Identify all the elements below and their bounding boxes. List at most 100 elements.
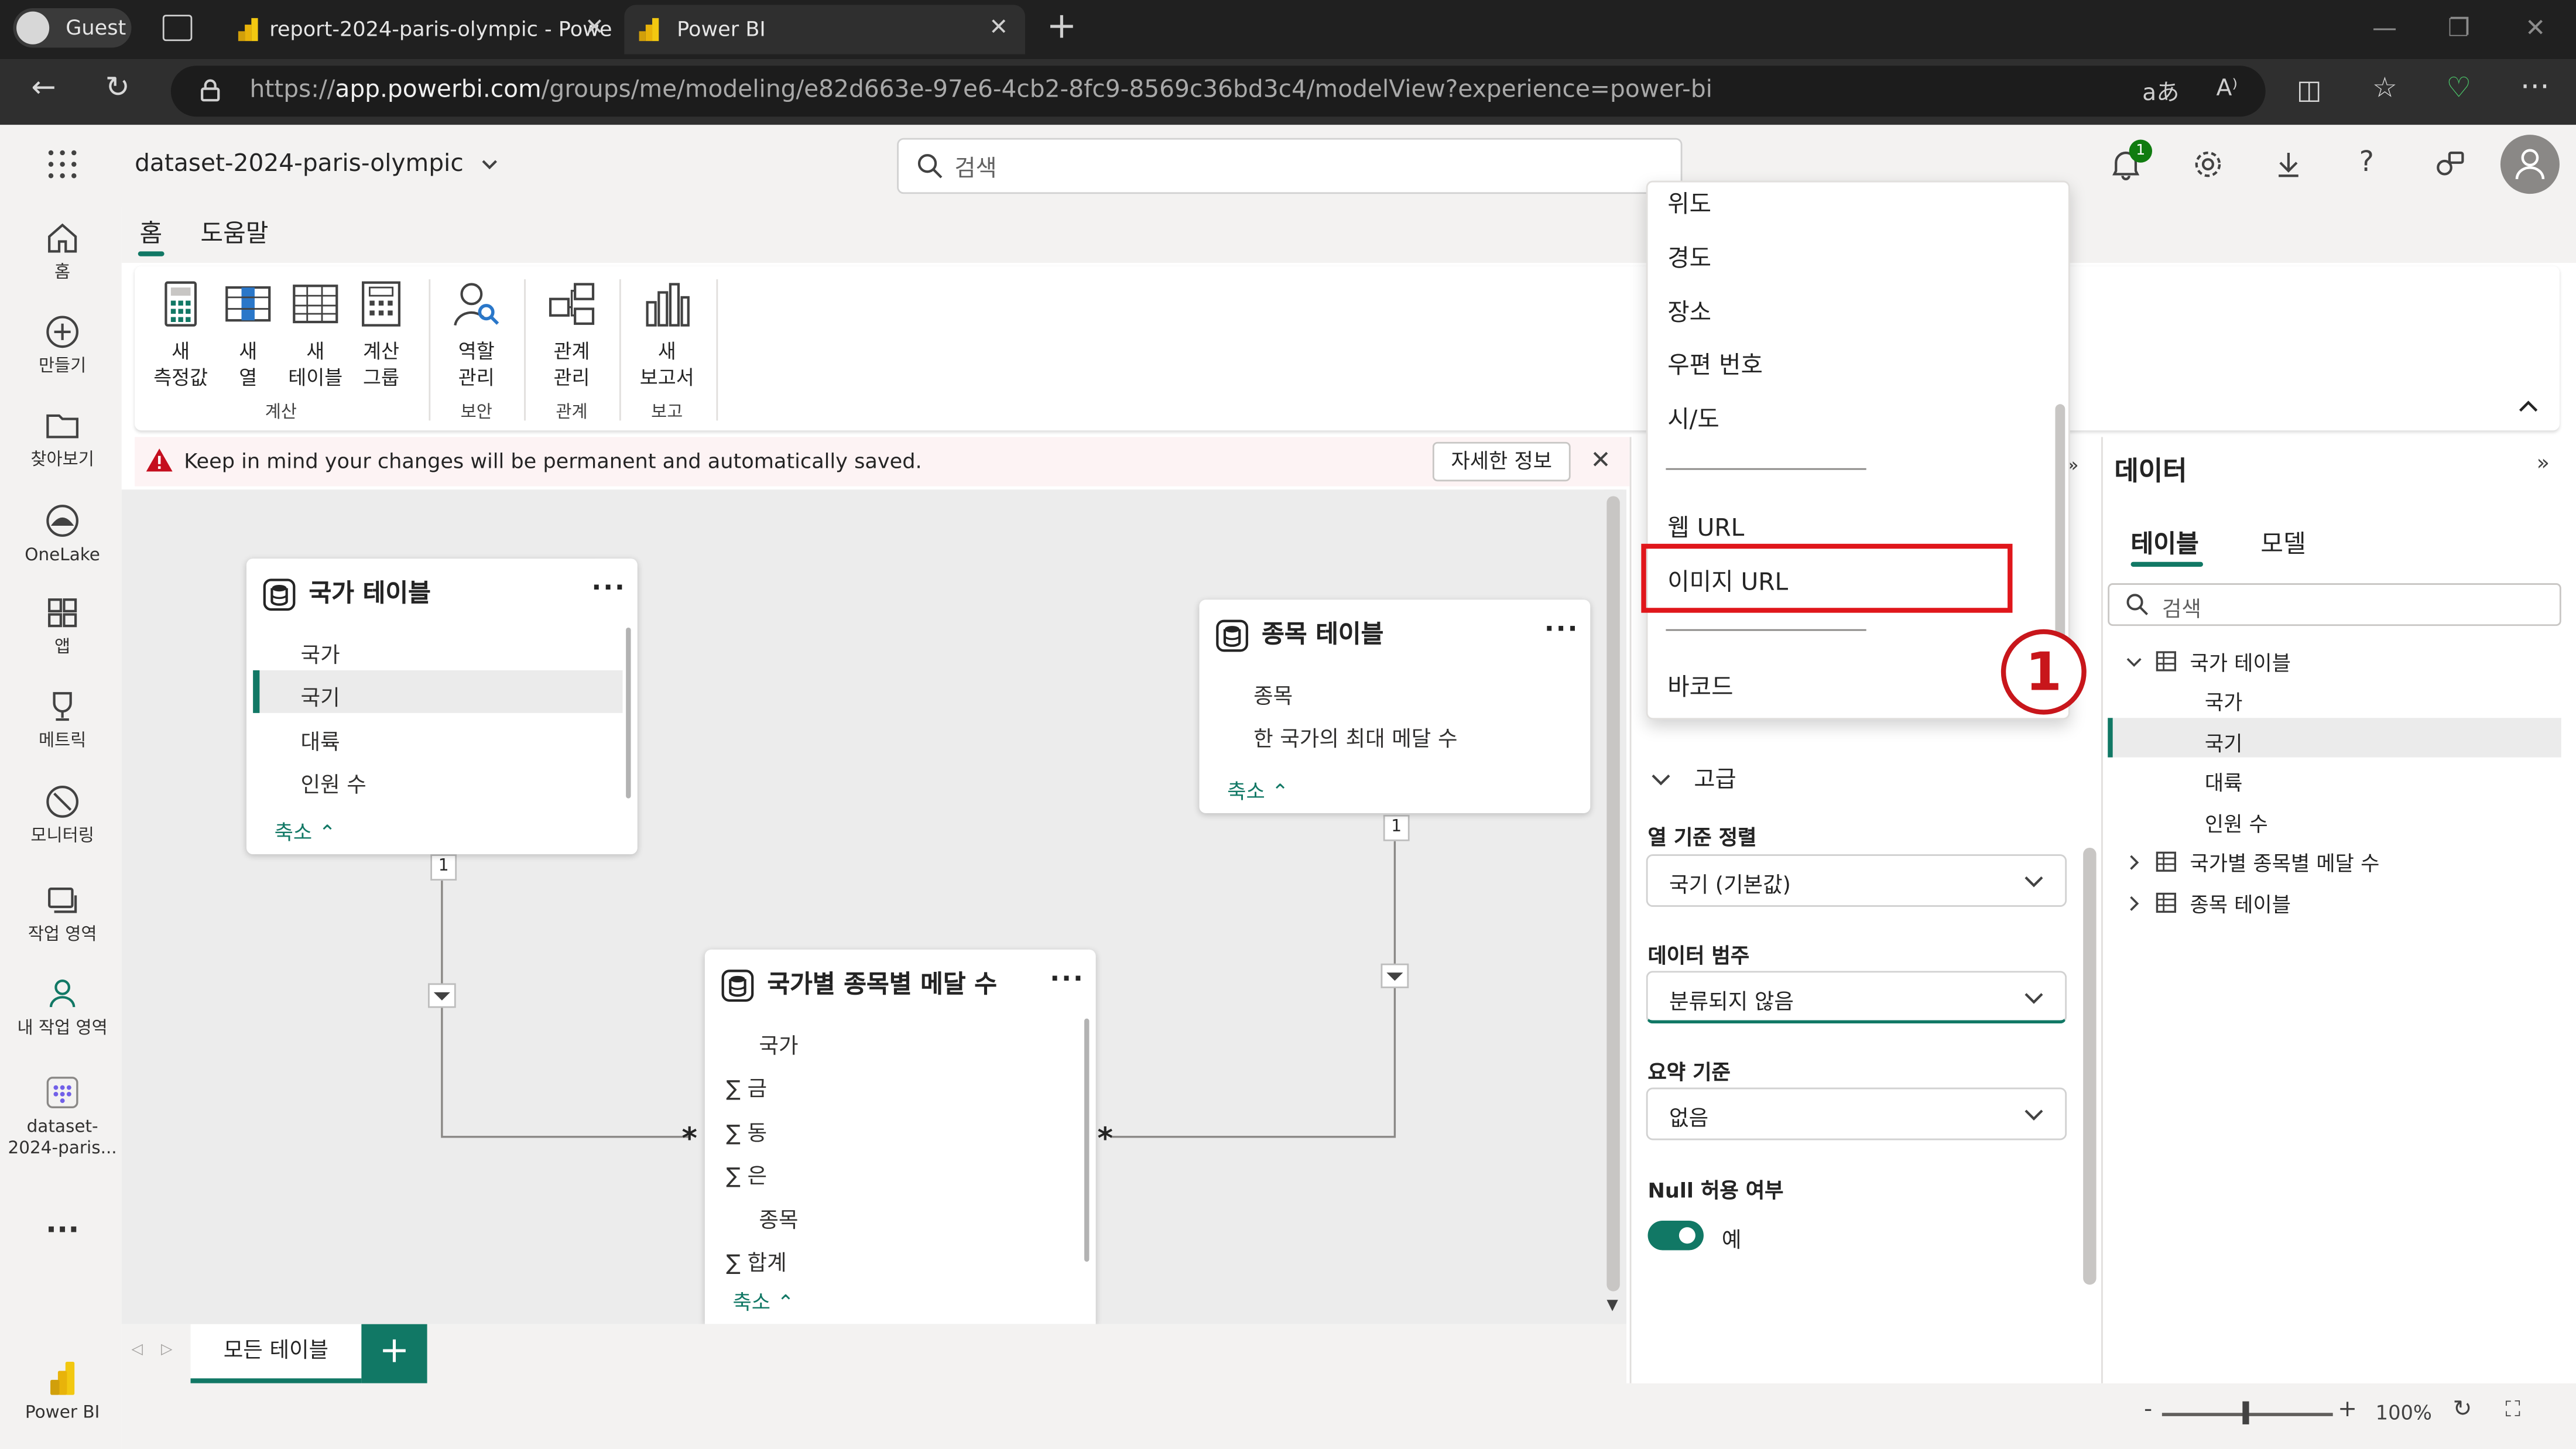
more-options-icon[interactable]: ···: [1544, 613, 1580, 644]
table-icon: [1216, 619, 1248, 651]
rail-item-powerbi[interactable]: Power BI: [0, 1360, 125, 1424]
nullable-label: Null 허용 여부: [1647, 1177, 1784, 1203]
field-silver[interactable]: ∑ 은: [726, 1158, 767, 1190]
summarize-by-dropdown[interactable]: 없음: [1646, 1087, 2067, 1140]
more-options-icon[interactable]: ···: [1050, 962, 1085, 994]
collapse-ribbon-icon[interactable]: [2519, 399, 2539, 412]
relationship-cardinality-many: *: [1097, 1122, 1113, 1157]
table-icon: [2156, 851, 2176, 872]
nullable-toggle[interactable]: [1647, 1220, 1704, 1251]
advanced-section-toggle[interactable]: 고급: [1649, 761, 1736, 794]
table-icon: [2156, 892, 2176, 913]
dropdown-value: 국기 (기본값): [1669, 873, 1791, 899]
data-search-input[interactable]: 검색: [2108, 583, 2561, 626]
tree-field-continent[interactable]: 대륙: [2205, 766, 2243, 797]
card-scrollbar[interactable]: [626, 627, 631, 799]
browser-essentials-icon[interactable]: ♡: [2446, 72, 2471, 105]
more-options-icon[interactable]: ···: [591, 572, 626, 603]
account-avatar[interactable]: [2500, 135, 2560, 194]
tree-field-flag[interactable]: 국기: [2205, 726, 2243, 757]
table-icon: [2156, 651, 2176, 672]
table-icon: [721, 968, 754, 1001]
field-max-medals[interactable]: 한 국가의 최대 메달 수: [1253, 721, 1457, 752]
zoom-level: 100%: [2375, 1401, 2432, 1424]
option-longitude[interactable]: 경도: [1667, 240, 1711, 275]
field-sport[interactable]: 종목: [1253, 679, 1293, 710]
tab-model[interactable]: 모델: [2260, 526, 2306, 560]
relationship-cardinality-one: 1: [1383, 814, 1410, 841]
zoom-in-button[interactable]: +: [2338, 1396, 2357, 1423]
help-icon[interactable]: ?: [2359, 146, 2374, 179]
collapse-button[interactable]: 축소 ⌃: [275, 815, 336, 846]
table-card-header: 국가별 종목별 메달 수: [721, 966, 997, 1005]
scroll-tabs-right-icon[interactable]: ▷: [161, 1342, 172, 1359]
fit-to-screen-icon[interactable]: ⛶: [2505, 1398, 2520, 1423]
table-card-header: 국가 테이블: [263, 575, 431, 614]
share-feedback-icon[interactable]: [2433, 148, 2466, 181]
toggle-knob: [1678, 1227, 1695, 1244]
tree-field-headcount[interactable]: 인원 수: [2205, 807, 2268, 838]
tree-table-country[interactable]: 국가 테이블: [2126, 646, 2291, 677]
table-title: 국가별 종목별 메달 수: [767, 969, 997, 999]
restore-icon[interactable]: ❐: [2448, 13, 2470, 43]
translate-icon[interactable]: aあ: [2142, 76, 2179, 108]
sigma-icon: ∑: [726, 1164, 741, 1190]
minimize-icon[interactable]: —: [2372, 13, 2397, 43]
chevron-down-icon: [2025, 876, 2043, 888]
field-total[interactable]: ∑ 합계: [726, 1245, 786, 1276]
table-card-header: 종목 테이블: [1216, 616, 1383, 655]
sigma-icon: ∑: [726, 1252, 741, 1277]
add-layout-button[interactable]: +: [361, 1324, 427, 1383]
chevron-right-icon: [2130, 854, 2139, 869]
active-tab-indicator: [2130, 561, 2204, 567]
card-scrollbar[interactable]: [1084, 1018, 1090, 1262]
data-category-label: 데이터 범주: [1647, 943, 1750, 968]
scroll-tabs-left-icon[interactable]: ◁: [131, 1342, 142, 1359]
browser-menu-icon[interactable]: ⋯: [2520, 69, 2550, 104]
close-window-icon[interactable]: ✕: [2525, 13, 2546, 43]
split-screen-icon[interactable]: ◫: [2297, 74, 2321, 105]
field-country[interactable]: 국가: [301, 638, 340, 669]
option-barcode[interactable]: 바코드: [1667, 669, 1733, 703]
zoom-out-button[interactable]: -: [2144, 1396, 2152, 1423]
tree-field-country[interactable]: 국가: [2205, 685, 2243, 716]
tree-table-sport[interactable]: 종목 테이블: [2126, 887, 2291, 918]
field-gold[interactable]: ∑ 금: [726, 1071, 767, 1102]
data-category-dropdown[interactable]: 분류되지 않음: [1646, 971, 2067, 1024]
layout-tab-all-tables[interactable]: 모든 테이블: [190, 1324, 362, 1383]
option-web-url[interactable]: 웹 URL: [1667, 509, 1744, 544]
chevron-down-icon: [2025, 1109, 2043, 1121]
toggle-state-label: 예: [1721, 1228, 1742, 1254]
download-icon[interactable]: [2272, 148, 2305, 181]
field-flag[interactable]: 국기: [301, 680, 340, 711]
read-aloud-icon[interactable]: A⁾: [2216, 76, 2238, 102]
field-country[interactable]: 국가: [759, 1029, 798, 1060]
notification-badge: 1: [2129, 139, 2153, 163]
properties-scrollbar[interactable]: [2083, 847, 2097, 1285]
sort-by-column-dropdown[interactable]: 국기 (기본값): [1646, 854, 2067, 907]
search-placeholder: 검색: [2161, 598, 2201, 623]
tree-label: 종목 테이블: [2190, 892, 2291, 917]
dropdown-value: 없음: [1669, 1107, 1709, 1132]
relationship-cardinality-many: *: [681, 1122, 697, 1157]
field-continent[interactable]: 대륙: [301, 724, 340, 756]
collapse-button[interactable]: 축소 ⌃: [1227, 774, 1289, 805]
selected-tree-indicator: [2108, 718, 2113, 758]
collapse-data-pane-icon[interactable]: »: [2537, 452, 2550, 477]
collapse-button[interactable]: 축소 ⌃: [733, 1284, 794, 1316]
field-headcount[interactable]: 인원 수: [301, 767, 366, 799]
tree-table-medals[interactable]: 국가별 종목별 메달 수: [2126, 846, 2379, 877]
tab-tables[interactable]: 테이블: [2131, 526, 2199, 560]
reset-zoom-icon[interactable]: ↻: [2453, 1396, 2472, 1423]
settings-gear-icon[interactable]: [2191, 148, 2224, 181]
zoom-slider-thumb[interactable]: [2242, 1401, 2249, 1424]
option-place[interactable]: 장소: [1667, 294, 1711, 328]
chevron-down-icon: [2025, 993, 2043, 1004]
option-latitude[interactable]: 위도: [1667, 186, 1711, 220]
chevron-down-icon: [2126, 657, 2142, 666]
option-postal-code[interactable]: 우편 번호: [1667, 347, 1763, 381]
field-bronze[interactable]: ∑ 동: [726, 1115, 767, 1147]
field-sport[interactable]: 종목: [759, 1203, 798, 1234]
favorites-icon[interactable]: ☆: [2372, 72, 2397, 105]
option-state-province[interactable]: 시/도: [1667, 401, 1719, 436]
